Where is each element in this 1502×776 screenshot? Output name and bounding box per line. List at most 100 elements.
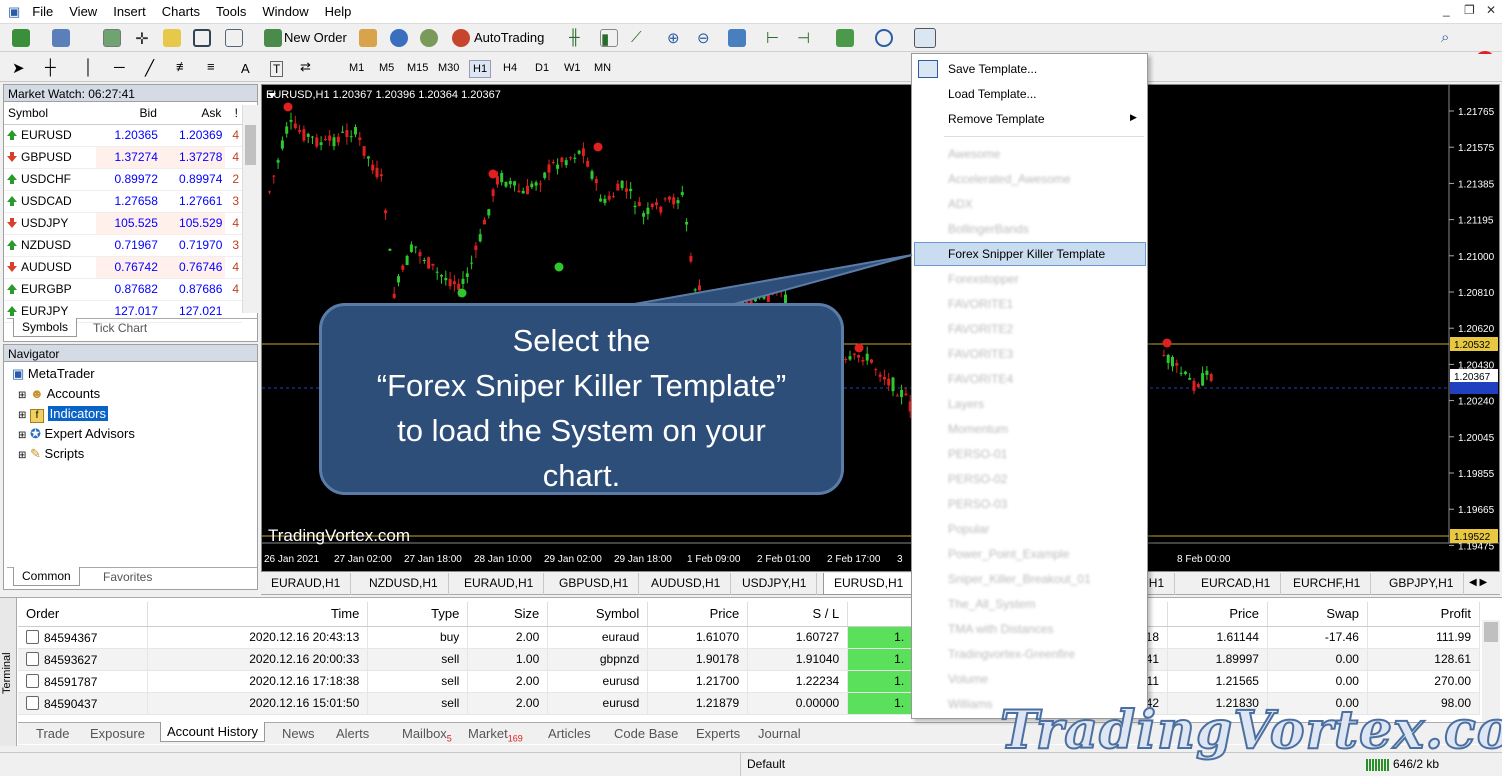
new-chart-icon[interactable] (12, 29, 30, 47)
chart-tab[interactable]: AUDUSD,H1 (641, 573, 732, 595)
col-sl[interactable]: S / L (747, 602, 849, 627)
tf-h4[interactable]: H4 (500, 60, 520, 76)
tab-common[interactable]: Common (13, 567, 80, 586)
menu-template-item[interactable]: Popular (948, 522, 989, 536)
signals-icon[interactable] (420, 29, 438, 47)
menu-template-item[interactable]: FAVORITE3 (948, 347, 1013, 361)
tf-m15[interactable]: M15 (404, 60, 431, 76)
chart-tab[interactable]: EURAUD,H1 (454, 573, 545, 595)
search-icon[interactable]: ⌕ (1441, 29, 1459, 47)
tf-h1[interactable]: H1 (469, 60, 492, 78)
col-time[interactable]: Time (147, 602, 369, 627)
vertical-line-icon[interactable]: │ (84, 59, 102, 77)
col-bid[interactable]: Bid (96, 102, 161, 125)
candlestick-icon[interactable]: ▮ (600, 29, 618, 48)
tab-favorites[interactable]: Favorites (97, 569, 158, 585)
menu-template-item[interactable]: Power_Point_Example (948, 547, 1069, 561)
terminal-tab-mailbox[interactable]: Mailbox5 (396, 724, 458, 746)
tf-mn[interactable]: MN (591, 60, 614, 76)
chart-tab[interactable]: EURCHF,H1 (1283, 573, 1372, 595)
chart-tab[interactable]: USDJPY,H1 (732, 573, 818, 595)
market-watch-row[interactable]: EURUSD 1.20365 1.20369 4 (4, 124, 242, 147)
market-watch-row[interactable]: EURGBP 0.87682 0.87686 4 (4, 278, 242, 301)
new-order-icon[interactable] (264, 29, 282, 47)
market-watch-row[interactable]: USDJPY 105.525 105.529 4 (4, 212, 242, 235)
terminal-tab-code-base[interactable]: Code Base (608, 724, 684, 743)
autotrading-icon[interactable] (452, 29, 470, 47)
autoscroll-icon[interactable]: ⊢ (766, 29, 784, 47)
menu-template-item[interactable]: TMA with Distances (948, 622, 1053, 636)
profiles-icon[interactable] (52, 29, 70, 47)
col-price[interactable]: Price (647, 602, 749, 627)
nav-indicators[interactable]: ⊞ f Indicators (12, 404, 257, 424)
menu-template-item[interactable]: Sniper_Killer_Breakout_01 (948, 572, 1091, 586)
menu-template-item[interactable]: The_All_System (948, 597, 1035, 611)
menu-template-item[interactable]: PERSO-01 (948, 447, 1007, 461)
menu-template-item[interactable]: Volume (948, 672, 988, 686)
market-watch-row[interactable]: USDCAD 1.27658 1.27661 3 (4, 190, 242, 213)
terminal-tab-articles[interactable]: Articles (542, 724, 597, 743)
tf-d1[interactable]: D1 (532, 60, 552, 76)
terminal-tab-market[interactable]: Market169 (462, 724, 529, 746)
app-icon[interactable]: ▣ (0, 0, 24, 24)
indicators-list-icon[interactable] (836, 29, 854, 47)
community-icon[interactable] (390, 29, 408, 47)
tf-w1[interactable]: W1 (561, 60, 584, 76)
menu-forex-sniper-killer-template[interactable]: Forex Snipper Killer Template (948, 247, 1105, 261)
menu-template-item[interactable]: FAVORITE1 (948, 297, 1013, 311)
col-profit[interactable]: Profit (1367, 602, 1481, 627)
nav-accounts[interactable]: ⊞ ☻ Accounts (12, 384, 257, 404)
chart-shift-icon[interactable]: ⊣ (797, 29, 815, 47)
col-ask[interactable]: Ask (160, 102, 226, 125)
menu-help[interactable]: Help (317, 0, 360, 23)
expand-icon[interactable]: ⊞ (18, 430, 26, 441)
market-watch-icon[interactable] (103, 29, 121, 47)
new-order-button[interactable]: New Order (284, 30, 347, 45)
menu-insert[interactable]: Insert (105, 0, 154, 23)
menu-template-item[interactable]: Williams (948, 697, 993, 711)
chart-tab[interactable]: GBPUSD,H1 (549, 573, 640, 595)
terminal-row[interactable]: 84594367 2020.12.16 20:43:13 buy 2.00 eu… (18, 626, 1481, 649)
channel-icon[interactable]: ≢ (176, 59, 194, 77)
col-symbol[interactable]: Symbol (547, 602, 649, 627)
terminal-tab-experts[interactable]: Experts (690, 724, 746, 743)
menu-template-item[interactable]: PERSO-03 (948, 497, 1007, 511)
menu-template-item[interactable]: ADX (948, 197, 973, 211)
zoom-out-icon[interactable]: ⊖ (697, 29, 715, 47)
close-icon[interactable]: ✕ (1486, 3, 1496, 17)
nav-scripts[interactable]: ⊞ ✎ Scripts (12, 444, 257, 464)
terminal-tab-news[interactable]: News (276, 724, 321, 743)
market-watch-row[interactable]: GBPUSD 1.37274 1.37278 4 (4, 146, 242, 169)
menu-template-item[interactable]: Tradingvortex-Greenfire (948, 647, 1075, 661)
menu-template-item[interactable]: FAVORITE2 (948, 322, 1013, 336)
tester-icon[interactable] (225, 29, 243, 47)
market-watch-row[interactable]: NZDUSD 0.71967 0.71970 3 (4, 234, 242, 257)
menu-remove-template[interactable]: Remove Template (948, 112, 1045, 126)
menu-file[interactable]: File (24, 0, 61, 23)
menu-template-item[interactable]: Layers (948, 397, 984, 411)
zoom-in-icon[interactable]: ⊕ (667, 29, 685, 47)
chart-tab[interactable]: NZDUSD,H1 (359, 573, 449, 595)
line-chart-icon[interactable]: ⟋ (631, 29, 649, 47)
crosshair-tool-icon[interactable]: ┼ (45, 59, 63, 77)
menu-template-item[interactable]: Momentum (948, 422, 1008, 436)
tf-m1[interactable]: M1 (346, 60, 367, 76)
tf-m30[interactable]: M30 (435, 60, 462, 76)
menu-template-item[interactable]: PERSO-02 (948, 472, 1007, 486)
market-watch-row[interactable]: USDCHF 0.89972 0.89974 2 (4, 168, 242, 191)
col-symbol[interactable]: Symbol (4, 102, 97, 125)
templates-icon[interactable] (914, 28, 936, 48)
terminal-tab-exposure[interactable]: Exposure (84, 724, 151, 743)
tf-m5[interactable]: M5 (376, 60, 397, 76)
col-swap[interactable]: Swap (1267, 602, 1368, 627)
menu-template-item[interactable]: FAVORITE4 (948, 372, 1013, 386)
minimize-icon[interactable]: _ (1443, 3, 1450, 17)
menu-view[interactable]: View (61, 0, 105, 23)
arrows-tool-icon[interactable]: ⇄ (300, 59, 318, 77)
meta-editor-icon[interactable] (359, 29, 377, 47)
terminal-tab-account-history[interactable]: Account History (160, 722, 266, 742)
expand-icon[interactable]: ⊞ (18, 390, 26, 401)
col-spread[interactable]: ! (225, 102, 242, 125)
terminal-tab-journal[interactable]: Journal (752, 724, 807, 743)
tab-symbols[interactable]: Symbols (13, 318, 78, 337)
